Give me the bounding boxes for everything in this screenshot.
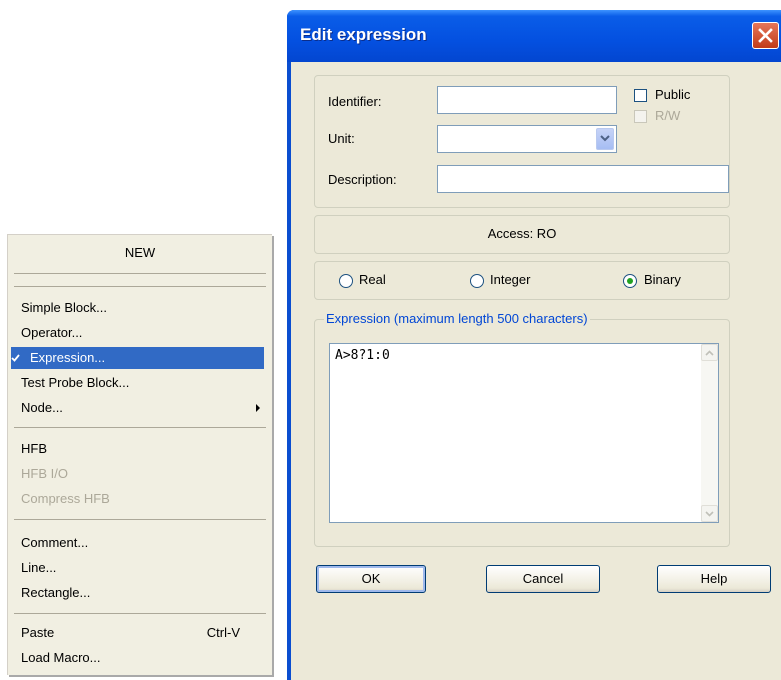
menu-item-label: Rectangle... (21, 585, 91, 600)
rw-checkbox (634, 110, 647, 123)
menu-header: NEW (124, 245, 156, 260)
menu-item-label: HFB I/O (21, 466, 68, 481)
radio-selected-dot (627, 278, 633, 284)
unit-dropdown[interactable] (437, 125, 617, 153)
menu-item-label: Test Probe Block... (21, 375, 130, 390)
description-label: Description: (328, 172, 397, 187)
unit-label: Unit: (328, 131, 355, 146)
dialog-title: Edit expression (300, 25, 427, 44)
close-icon (758, 28, 773, 43)
vertical-scrollbar[interactable] (701, 344, 718, 522)
menu-item-label: Paste (21, 625, 55, 640)
menu-item-label: Operator... (21, 325, 83, 340)
menu-item-hfb[interactable]: HFB (11, 438, 264, 460)
scroll-up-icon (705, 350, 714, 356)
identifier-label: Identifier: (328, 94, 382, 109)
menu-separator (14, 613, 266, 614)
menu-item-paste[interactable]: Paste Ctrl-V (11, 622, 264, 644)
menu-separator (14, 286, 266, 287)
menu-separator (14, 427, 266, 428)
integer-label: Integer (490, 272, 531, 287)
integer-radio[interactable] (470, 274, 484, 288)
menu-item-line[interactable]: Line... (11, 557, 264, 579)
close-button[interactable] (752, 22, 779, 49)
menu-item-rectangle[interactable]: Rectangle... (11, 582, 264, 604)
menu-item-expression[interactable]: Expression... (11, 347, 264, 369)
menu-item-shortcut: Ctrl-V (206, 625, 240, 640)
help-button[interactable]: Help (657, 565, 771, 593)
description-input[interactable] (437, 165, 729, 193)
expression-textarea[interactable]: A>8?1:0 (329, 343, 719, 523)
dropdown-arrow-button[interactable] (596, 128, 614, 150)
cancel-button[interactable]: Cancel (486, 565, 600, 593)
scroll-up-button[interactable] (701, 344, 718, 361)
menu-item-label: Expression... (30, 350, 106, 365)
menu-item-label: Node... (21, 400, 63, 415)
menu-item-label: Compress HFB (21, 491, 110, 506)
menu-item-test-probe-block[interactable]: Test Probe Block... (11, 372, 264, 394)
menu-separator (14, 519, 266, 520)
edit-expression-dialog: Edit expression Identifier: Public R/W U… (287, 10, 781, 680)
menu-item-operator[interactable]: Operator... (11, 322, 264, 344)
menu-item-comment[interactable]: Comment... (11, 532, 264, 554)
rw-label: R/W (655, 108, 681, 123)
menu-item-load-macro[interactable]: Load Macro... (11, 647, 264, 669)
public-label: Public (655, 87, 691, 102)
scroll-down-button[interactable] (701, 505, 718, 522)
menu-item-label: Load Macro... (21, 650, 101, 665)
public-checkbox[interactable] (634, 89, 647, 102)
binary-radio[interactable] (623, 274, 637, 288)
access-panel: Access: RO (314, 215, 730, 254)
real-label: Real (359, 272, 386, 287)
scroll-down-icon (705, 511, 714, 517)
menu-item-hfb-io: HFB I/O (11, 463, 264, 485)
real-radio[interactable] (339, 274, 353, 288)
properties-panel: Identifier: Public R/W Unit: Description… (314, 75, 730, 208)
menu-separator (14, 273, 266, 274)
menu-item-label: Line... (21, 560, 57, 575)
binary-label: Binary (644, 272, 681, 287)
menu-item-label: Simple Block... (21, 300, 107, 315)
menu-item-simple-block[interactable]: Simple Block... (11, 297, 264, 319)
access-text: Access: RO (487, 226, 557, 241)
dialog-client-area: Identifier: Public R/W Unit: Description… (291, 62, 781, 680)
ok-button[interactable]: OK (316, 565, 426, 593)
menu-item-label: Comment... (21, 535, 89, 550)
submenu-arrow-icon (256, 404, 260, 412)
chevron-down-icon (600, 135, 610, 142)
identifier-input[interactable] (437, 86, 617, 114)
expression-text: A>8?1:0 (335, 348, 390, 363)
menu-item-node[interactable]: Node... (11, 397, 264, 419)
expression-legend: Expression (maximum length 500 character… (324, 311, 590, 326)
menu-item-label: HFB (21, 441, 47, 456)
context-menu: NEW Simple Block... Operator... Expressi… (7, 234, 272, 675)
menu-item-compress-hfb: Compress HFB (11, 488, 264, 510)
dialog-titlebar[interactable]: Edit expression (287, 10, 781, 62)
expression-group: Expression (maximum length 500 character… (314, 311, 730, 547)
type-panel: Real Integer Binary (314, 261, 730, 300)
